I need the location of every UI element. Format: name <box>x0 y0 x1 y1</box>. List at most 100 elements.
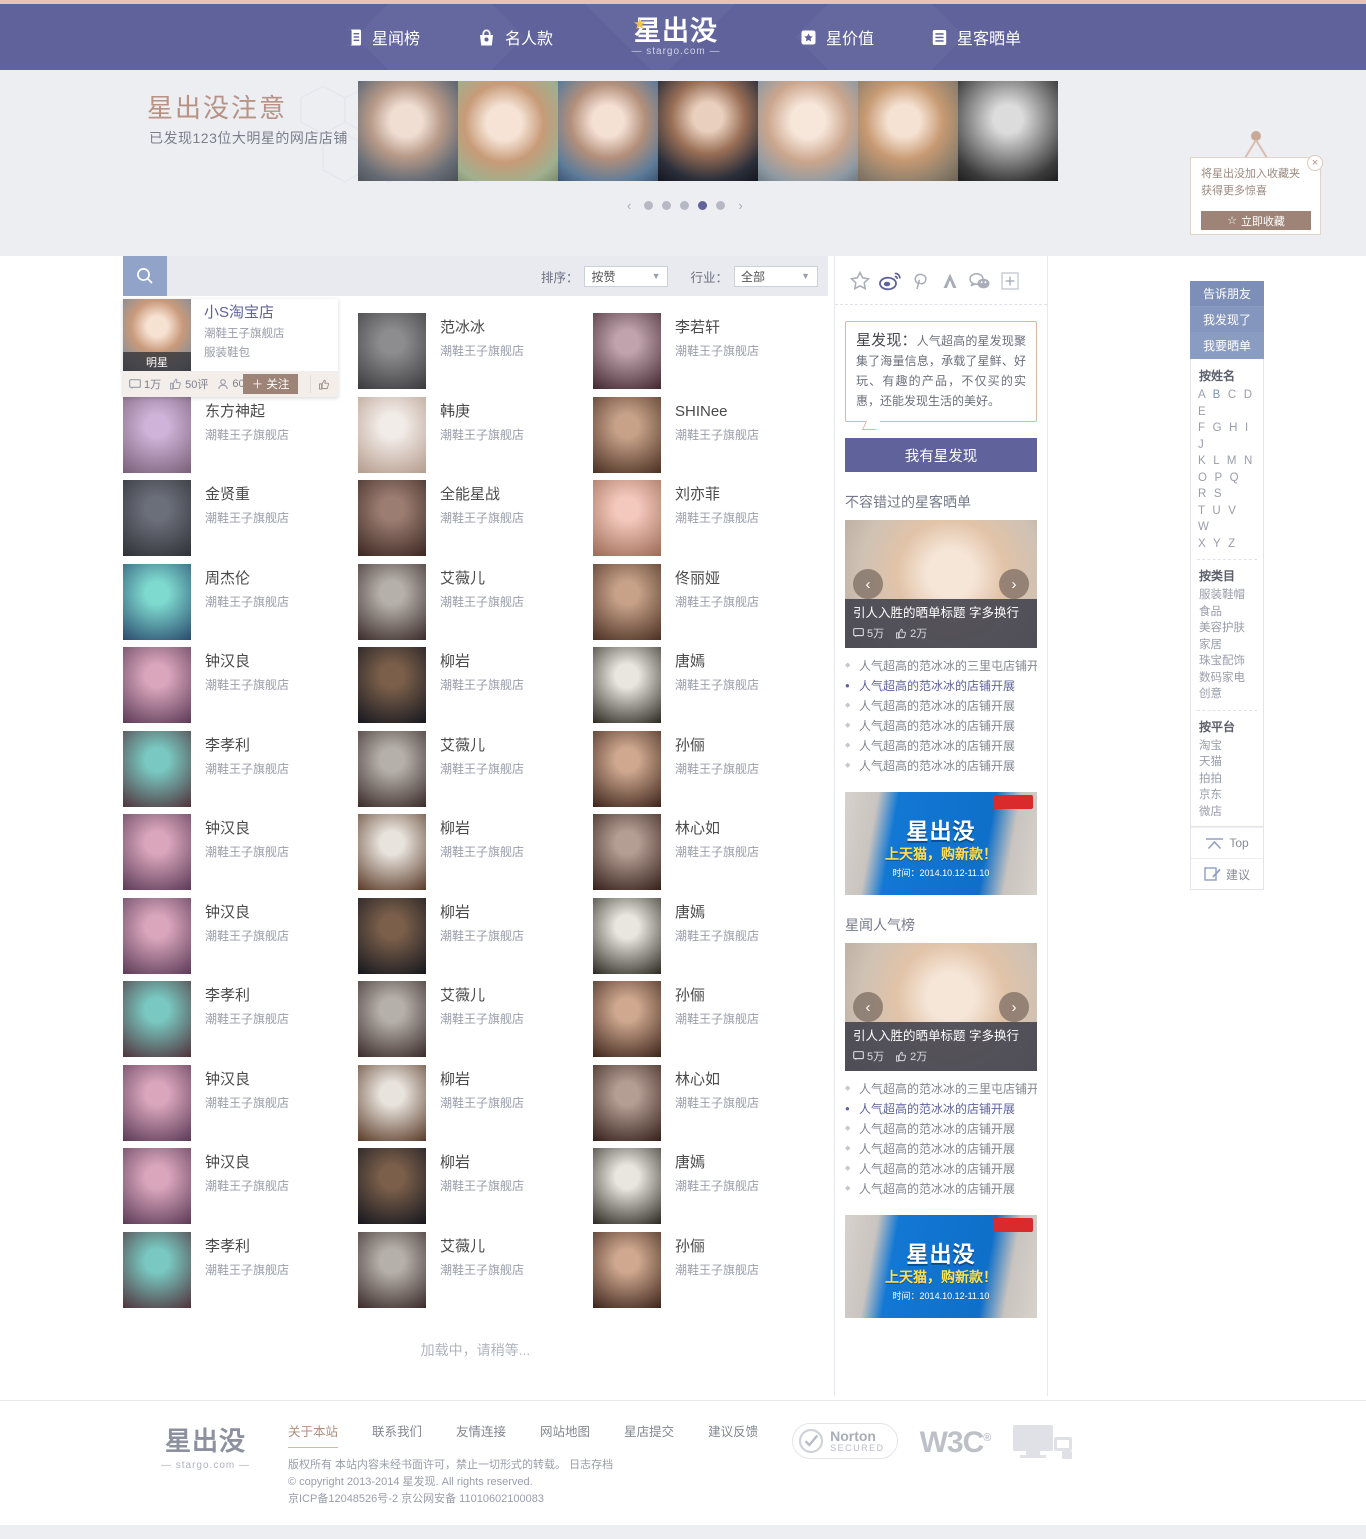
carousel-face[interactable] <box>358 81 458 181</box>
news-item[interactable]: 人气超高的范冰冰的店铺开展 <box>845 716 1037 736</box>
celebrity-card[interactable]: SHINee 潮鞋王子旗舰店 <box>593 394 828 478</box>
celebrity-name[interactable]: 柳岩 <box>440 1070 524 1090</box>
celebrity-name[interactable]: 金贤重 <box>205 485 289 505</box>
celebrity-card[interactable]: 全能星战 潮鞋王子旗舰店 <box>358 477 593 561</box>
carousel-face[interactable] <box>858 81 958 181</box>
celebrity-name[interactable]: 全能星战 <box>440 485 524 505</box>
celebrity-card[interactable]: 艾薇儿 潮鞋王子旗舰店 <box>358 1229 593 1313</box>
wechat-icon[interactable] <box>967 268 993 294</box>
celebrity-card[interactable]: 李孝利 潮鞋王子旗舰店 <box>123 1229 358 1313</box>
carousel-face[interactable] <box>758 81 858 181</box>
platform-link[interactable]: 淘宝 <box>1191 738 1263 755</box>
celebrity-card[interactable]: 韩庚 潮鞋王子旗舰店 <box>358 394 593 478</box>
celebrity-name[interactable]: 刘亦菲 <box>675 485 759 505</box>
category-link[interactable]: 食品 <box>1191 604 1263 621</box>
carousel-prev-button[interactable]: ‹ <box>853 992 883 1022</box>
category-link[interactable]: 服装鞋帽 <box>1191 587 1263 604</box>
celebrity-name[interactable]: 韩庚 <box>440 402 524 422</box>
industry-select[interactable]: 全部 ▼ <box>734 265 818 287</box>
celebrity-card[interactable]: 柳岩 潮鞋王子旗舰店 <box>358 644 593 728</box>
celebrity-card[interactable]: 柳岩 潮鞋王子旗舰店 <box>358 811 593 895</box>
platform-link[interactable]: 京东 <box>1191 787 1263 804</box>
celebrity-name[interactable]: 东方神起 <box>205 402 289 422</box>
celebrity-card[interactable]: 范冰冰 潮鞋王子旗舰店 <box>358 310 593 394</box>
celebrity-card[interactable]: 孙俪 潮鞋王子旗舰店 <box>593 1229 828 1313</box>
carousel-face[interactable] <box>458 81 558 181</box>
celebrity-name[interactable]: 李孝利 <box>205 1237 289 1257</box>
category-link[interactable]: 珠宝配饰 <box>1191 653 1263 670</box>
celebrity-name[interactable]: 唐嫣 <box>675 903 759 923</box>
celebrity-name[interactable]: 钟汉良 <box>205 903 289 923</box>
celebrity-name[interactable]: 李孝利 <box>205 986 289 1006</box>
nav-item-xingwenbang[interactable]: 星闻榜 <box>317 25 448 49</box>
celebrity-card[interactable]: 东方神起 潮鞋王子旗舰店 <box>123 394 358 478</box>
news-item[interactable]: 人气超高的范冰冰的店铺开展 <box>845 1119 1037 1139</box>
letter-row[interactable]: O P Q R S <box>1198 470 1256 503</box>
pinterest-icon[interactable] <box>907 268 933 294</box>
hover-card-shop-name[interactable]: 小S淘宝店 <box>204 303 285 322</box>
celebrity-card[interactable]: 林心如 潮鞋王子旗舰店 <box>593 811 828 895</box>
carousel-prev-button[interactable]: ‹ <box>853 569 883 599</box>
category-link[interactable]: 家居 <box>1191 637 1263 654</box>
site-logo[interactable]: ★ 星出没 — stargo.com — <box>581 16 771 57</box>
celebrity-card[interactable]: 佟丽娅 潮鞋王子旗舰店 <box>593 561 828 645</box>
footer-link[interactable]: 关于本站 <box>288 1421 339 1448</box>
celebrity-card[interactable]: 钟汉良 潮鞋王子旗舰店 <box>123 895 358 979</box>
news-item[interactable]: 人气超高的范冰冰的店铺开展 <box>845 736 1037 756</box>
tmall-ad-banner-1[interactable]: 星出没 上天猫，购新款！ 时间：2014.10.12-11.10 <box>845 792 1037 895</box>
carousel-dot[interactable] <box>716 201 726 210</box>
plus-icon[interactable] <box>997 268 1023 294</box>
celebrity-name[interactable]: 唐嫣 <box>675 652 759 672</box>
bookmark-button[interactable]: ☆ 立即收藏 <box>1201 211 1311 230</box>
celebrity-name[interactable]: 钟汉良 <box>205 1070 289 1090</box>
news-item[interactable]: 人气超高的范冰冰的店铺开展 <box>845 676 1037 696</box>
category-link[interactable]: 数码家电 <box>1191 670 1263 687</box>
carousel-face[interactable] <box>658 81 758 181</box>
platform-link[interactable]: 微店 <box>1191 804 1263 821</box>
news-item[interactable]: 人气超高的范冰冰的三里屯店铺开展 <box>845 656 1037 676</box>
celebrity-name[interactable]: 孙俪 <box>675 1237 759 1257</box>
carousel-pagination[interactable]: ‹ › <box>623 198 747 213</box>
celebrity-name[interactable]: 范冰冰 <box>440 318 524 338</box>
celebrity-name[interactable]: 艾薇儿 <box>440 569 524 589</box>
celebrity-card[interactable]: 艾薇儿 潮鞋王子旗舰店 <box>358 561 593 645</box>
news-item[interactable]: 人气超高的范冰冰的店铺开展 <box>845 756 1037 776</box>
bookmark-close-icon[interactable]: × <box>1307 155 1323 171</box>
letter-row[interactable]: X Y Z <box>1198 536 1256 553</box>
celebrity-card[interactable]: 柳岩 潮鞋王子旗舰店 <box>358 895 593 979</box>
celebrity-name[interactable]: 孙俪 <box>675 986 759 1006</box>
celebrity-card[interactable]: 钟汉良 潮鞋王子旗舰店 <box>123 1062 358 1146</box>
weibo-icon[interactable] <box>877 268 903 294</box>
carousel-prev-arrow[interactable]: ‹ <box>623 198 635 213</box>
footer-link[interactable]: 网站地图 <box>540 1421 590 1448</box>
celebrity-name[interactable]: SHINee <box>675 402 759 422</box>
shaidan-carousel[interactable]: ‹ › 引人入胜的晒单标题 字多换行 5万 2万 <box>845 520 1037 648</box>
news-item[interactable]: 人气超高的范冰冰的店铺开展 <box>845 1099 1037 1119</box>
celebrity-card[interactable]: 李若轩 潮鞋王子旗舰店 <box>593 310 828 394</box>
letter-active[interactable]: B <box>1213 389 1223 401</box>
celebrity-card[interactable]: 孙俪 潮鞋王子旗舰店 <box>593 978 828 1062</box>
celebrity-name[interactable]: 柳岩 <box>440 819 524 839</box>
i-want-shaidan-button[interactable]: 我要晒单 <box>1190 333 1264 359</box>
celebrity-name[interactable]: 周杰伦 <box>205 569 289 589</box>
back-to-top-button[interactable]: Top <box>1191 827 1263 858</box>
carousel-next-arrow[interactable]: › <box>734 198 746 213</box>
suggestion-button[interactable]: 建议 <box>1191 858 1263 889</box>
news-item[interactable]: 人气超高的范冰冰的店铺开展 <box>845 696 1037 716</box>
footer-link[interactable]: 联系我们 <box>372 1421 422 1448</box>
celebrity-card[interactable]: 钟汉良 潮鞋王子旗舰店 <box>123 644 358 728</box>
celebrity-card[interactable]: 艾薇儿 潮鞋王子旗舰店 <box>358 728 593 812</box>
celebrity-name[interactable]: 钟汉良 <box>205 1153 289 1173</box>
footer-logo[interactable]: 星出没 — stargo.com — <box>103 1421 288 1508</box>
carousel-dot[interactable] <box>662 201 672 210</box>
alphabet-index[interactable]: A B C D E F G H I J K L M N O P Q R S T … <box>1191 387 1263 552</box>
celebrity-card[interactable]: 周杰伦 潮鞋王子旗舰店 <box>123 561 358 645</box>
celebrity-card[interactable]: 柳岩 潮鞋王子旗舰店 <box>358 1062 593 1146</box>
category-link[interactable]: 创意 <box>1191 686 1263 703</box>
letter-row[interactable]: F G H I J <box>1198 420 1256 453</box>
celebrity-name[interactable]: 柳岩 <box>440 1153 524 1173</box>
footer-link[interactable]: 星店提交 <box>624 1421 674 1448</box>
celebrity-card[interactable]: 李孝利 潮鞋王子旗舰店 <box>123 728 358 812</box>
nav-item-xingjiazhi[interactable]: 星价值 <box>771 25 902 49</box>
celebrity-name[interactable]: 林心如 <box>675 1070 759 1090</box>
